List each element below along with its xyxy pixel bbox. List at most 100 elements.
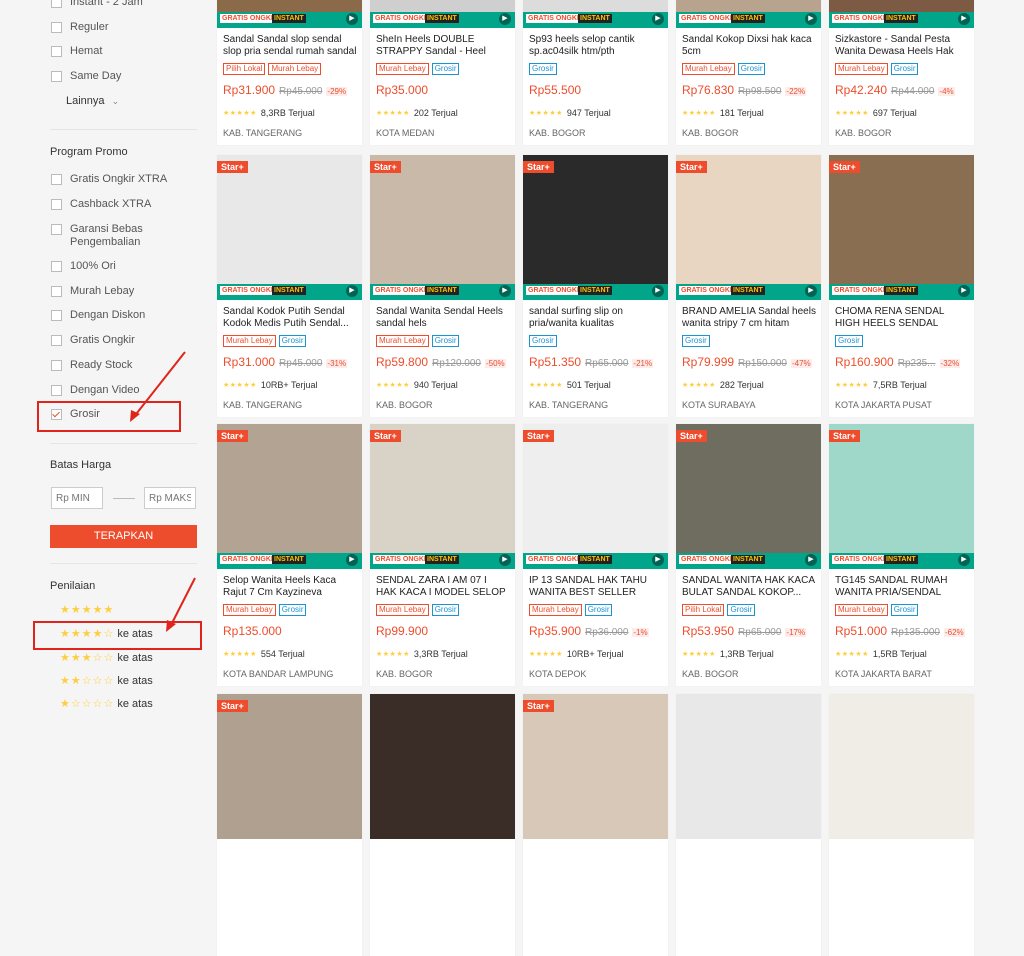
product-image[interactable]: GRATIS ONGKIR XTRA INSTANT ▶ [523,0,668,28]
product-image[interactable]: Star+ GRATIS ONGKIR XTRA INSTANT ▶ [370,155,515,300]
video-play-icon[interactable]: ▶ [805,285,817,297]
rating-filter-item[interactable]: ★☆☆☆☆ ke atas [60,697,153,711]
rating-filter-item[interactable]: ★★★☆☆ ke atas [60,651,153,665]
video-play-icon[interactable]: ▶ [805,13,817,25]
product-card[interactable] [676,694,821,956]
promo-banner-strip: GRATIS ONGKIR XTRA INSTANT [370,553,515,569]
video-play-icon[interactable]: ▶ [958,13,970,25]
video-play-icon[interactable]: ▶ [346,285,358,297]
video-play-icon[interactable]: ▶ [499,285,511,297]
product-card[interactable]: Star+ GRATIS ONGKIR XTRA INSTANT ▶ SANDAL WA… [676,424,821,686]
product-card[interactable] [370,694,515,956]
product-tag: Grosir [727,604,756,616]
promo-banner-strip: GRATIS ONGKIR XTRA INSTANT [523,553,668,569]
star-rating-icon: ★★★★★ [60,604,115,616]
product-image[interactable]: Star+ GRATIS ONGKIR XTRA INSTANT ▶ [217,424,362,569]
video-play-icon[interactable]: ▶ [652,285,664,297]
video-play-icon[interactable]: ▶ [499,554,511,566]
product-card[interactable]: GRATIS ONGKIR XTRA INSTANT ▶ SheIn Heels DO… [370,0,515,145]
star-plus-badge: Star+ [523,430,554,442]
instant-badge: INSTANT [425,555,459,564]
price-row: Rp31.000 Rp45.000 -31% [223,355,348,369]
product-title[interactable]: Sizkastore - Sandal Pesta Wanita Dewasa … [835,34,969,58]
product-title[interactable]: IP 13 SANDAL HAK TAHU WANITA BEST SELLER [529,575,663,599]
product-card[interactable]: Star+ GRATIS ONGKIR XTRA INSTANT ▶ Sandal Wa… [370,155,515,417]
product-image[interactable]: Star+ GRATIS ONGKIR XTRA INSTANT ▶ [676,155,821,300]
rating-filter-item[interactable]: ★★★★★ [60,603,117,616]
product-title[interactable]: Sandal Sandal slop sendal slop pria send… [223,34,357,58]
product-card[interactable]: Star+ GRATIS ONGKIR XTRA INSTANT ▶ SENDAL ZA… [370,424,515,686]
product-image[interactable] [370,694,515,839]
promo-banner-strip: GRATIS ONGKIR XTRA INSTANT [829,12,974,28]
product-location: KOTA JAKARTA PUSAT [835,400,932,410]
product-title[interactable]: sandal surfing slip on pria/wanita kuali… [529,306,663,330]
product-image[interactable]: Star+ [217,694,362,839]
product-title[interactable]: CHOMA RENA SENDAL HIGH HEELS SENDAL WANI… [835,306,969,330]
product-card[interactable]: Star+ GRATIS ONGKIR XTRA INSTANT ▶ Sandal Ko… [217,155,362,417]
product-title[interactable]: SheIn Heels DOUBLE STRAPPY Sandal - Heel… [376,34,510,58]
product-title[interactable]: Sandal Kodok Putih Sendal Kodok Medis Pu… [223,306,357,330]
video-play-icon[interactable]: ▶ [346,13,358,25]
product-card[interactable]: Star+ GRATIS ONGKIR XTRA INSTANT ▶ CHOMA REN… [829,155,974,417]
price-min-input[interactable] [51,487,103,509]
apply-price-button[interactable]: TERAPKAN [50,525,197,548]
product-image[interactable]: Star+ GRATIS ONGKIR XTRA INSTANT ▶ [829,424,974,569]
product-card[interactable]: Star+ GRATIS ONGKIR XTRA INSTANT ▶ IP 13 SAN… [523,424,668,686]
product-price: Rp42.240 [835,83,888,97]
product-image[interactable] [676,694,821,839]
product-tags: Grosir [682,335,710,347]
product-location: KAB. BOGOR [682,669,739,679]
product-card[interactable]: Star+ GRATIS ONGKIR XTRA INSTANT ▶ TG145 SAN… [829,424,974,686]
product-image[interactable]: Star+ GRATIS ONGKIR XTRA INSTANT ▶ [370,424,515,569]
product-card[interactable] [829,694,974,956]
product-image[interactable]: GRATIS ONGKIR XTRA INSTANT ▶ [370,0,515,28]
product-image[interactable]: GRATIS ONGKIR XTRA INSTANT ▶ [829,0,974,28]
star-plus-badge: Star+ [217,700,248,712]
product-card[interactable]: GRATIS ONGKIR XTRA INSTANT ▶ Sandal Sandal … [217,0,362,145]
video-play-icon[interactable]: ▶ [346,554,358,566]
video-play-icon[interactable]: ▶ [499,13,511,25]
product-image[interactable]: Star+ GRATIS ONGKIR XTRA INSTANT ▶ [217,155,362,300]
product-rating: ★★★★★ 10RB+ Terjual [529,649,624,659]
product-image[interactable]: Star+ [523,694,668,839]
product-title[interactable]: Sandal Wanita Sendal Heels sandal hels [376,306,510,330]
product-image[interactable]: GRATIS ONGKIR XTRA INSTANT ▶ [676,0,821,28]
product-tags: Murah Lebay Grosir [376,63,460,75]
product-title[interactable]: SANDAL WANITA HAK KACA BULAT SANDAL KOKO… [682,575,816,599]
product-card[interactable]: GRATIS ONGKIR XTRA INSTANT ▶ Sandal Kokop D… [676,0,821,145]
product-card[interactable]: Star+ GRATIS ONGKIR XTRA INSTANT ▶ sandal su… [523,155,668,417]
product-location: KOTA JAKARTA BARAT [835,669,932,679]
product-image[interactable]: Star+ GRATIS ONGKIR XTRA INSTANT ▶ [523,155,668,300]
product-location: KAB. BOGOR [835,128,892,138]
product-card[interactable]: GRATIS ONGKIR XTRA INSTANT ▶ Sp93 heels sel… [523,0,668,145]
product-title[interactable]: SENDAL ZARA I AM 07 I HAK KACA I MODEL S… [376,575,510,599]
product-image[interactable]: Star+ GRATIS ONGKIR XTRA INSTANT ▶ [676,424,821,569]
original-price: Rp36.000 [585,627,629,638]
product-card[interactable]: Star+ GRATIS ONGKIR XTRA INSTANT ▶ BRAND AME… [676,155,821,417]
rating-filter-item[interactable]: ★★☆☆☆ ke atas [60,674,153,688]
product-image[interactable]: Star+ GRATIS ONGKIR XTRA INSTANT ▶ [829,155,974,300]
video-play-icon[interactable]: ▶ [958,285,970,297]
product-card[interactable]: Star+ GRATIS ONGKIR XTRA INSTANT ▶ Selop Wan… [217,424,362,686]
product-image[interactable] [829,694,974,839]
range-dash [113,498,135,499]
product-title[interactable]: TG145 SANDAL RUMAH WANITA PRIA/SENDAL KA… [835,575,969,599]
video-play-icon[interactable]: ▶ [652,554,664,566]
price-row: Rp99.900 [376,624,428,638]
product-image[interactable]: GRATIS ONGKIR XTRA INSTANT ▶ [217,0,362,28]
product-card[interactable]: Star+ [523,694,668,956]
product-location: KOTA DEPOK [529,669,587,679]
product-card[interactable]: Star+ [217,694,362,956]
video-play-icon[interactable]: ▶ [805,554,817,566]
product-card[interactable]: GRATIS ONGKIR XTRA INSTANT ▶ Sizkastore - S… [829,0,974,145]
video-play-icon[interactable]: ▶ [958,554,970,566]
product-image[interactable]: Star+ GRATIS ONGKIR XTRA INSTANT ▶ [523,424,668,569]
product-title[interactable]: Sp93 heels selop cantik sp.ac04silk htm/… [529,34,663,58]
product-title[interactable]: BRAND AMELIA Sandal heels wanita stripy … [682,306,816,330]
product-title[interactable]: Sandal Kokop Dixsi hak kaca 5cm [682,34,816,58]
product-price: Rp76.830 [682,83,735,97]
price-row: Rp160.900 Rp235... -32% [835,355,961,369]
price-max-input[interactable] [144,487,196,509]
video-play-icon[interactable]: ▶ [652,13,664,25]
product-title[interactable]: Selop Wanita Heels Kaca Rajut 7 Cm Kayzi… [223,575,357,599]
